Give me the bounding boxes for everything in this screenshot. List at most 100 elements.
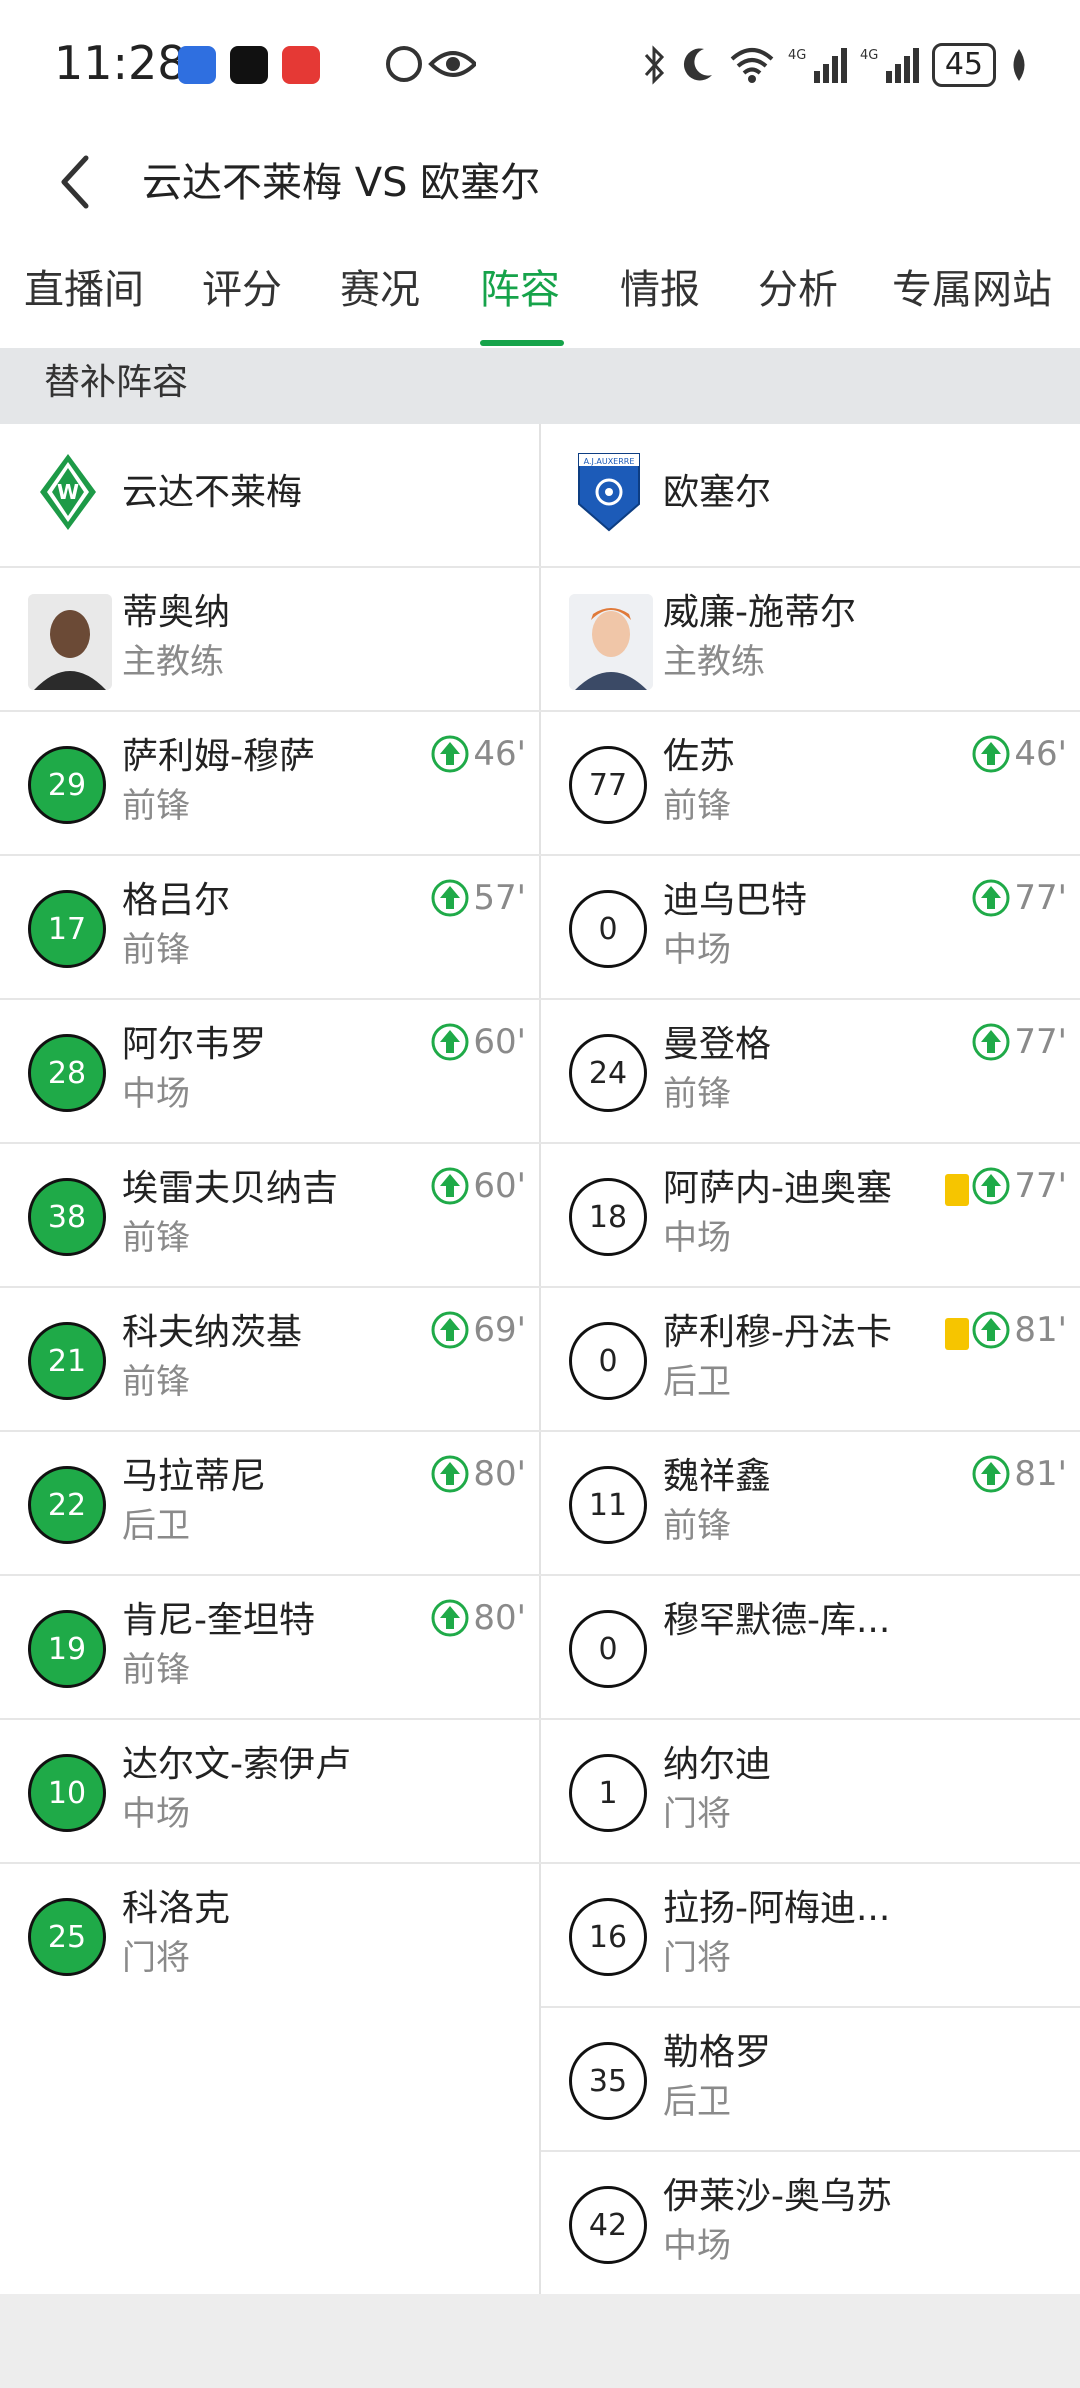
sub-in-arrow-icon [431,1599,469,1637]
away-player-row[interactable]: 1 纳尔迪 门将 [541,1720,1079,1864]
away-coach-avatar [569,594,653,690]
player-name: 科洛克 [122,1888,231,1929]
home-player-row[interactable]: 29 萨利姆-穆萨 前锋 46' [0,712,538,856]
sub-minute: 81' [1014,1454,1067,1494]
sub-in-arrow-icon [431,1023,469,1061]
substitution-in: 46' [431,734,526,774]
player-name: 达尔文-索伊卢 [122,1744,351,1785]
home-coach-name: 蒂奥纳 [122,592,231,633]
sub-in-arrow-icon [431,879,469,917]
back-button[interactable] [40,142,110,222]
player-number: 16 [569,1898,647,1976]
player-position: 中场 [122,1074,190,1114]
player-number: 0 [569,1322,647,1400]
sub-in-arrow-icon [431,735,469,773]
away-player-row[interactable]: 18 阿萨内-迪奥塞 中场 77' [541,1144,1079,1288]
away-team-header[interactable]: A.J.AUXERRE 欧塞尔 [541,424,1079,568]
player-position: 门将 [663,1794,731,1834]
player-number: 10 [28,1754,106,1832]
home-player-row[interactable]: 28 阿尔韦罗 中场 60' [0,1000,538,1144]
away-player-row[interactable]: 16 拉扬-阿梅迪... 门将 [541,1864,1079,2008]
player-name: 格吕尔 [122,880,231,921]
tab-bar: 直播间 评分 赛况 阵容 情报 分析 专属网站 [0,240,1080,348]
back-arrow-icon [61,155,89,209]
player-number: 25 [28,1898,106,1976]
player-position: 前锋 [663,1506,731,1546]
substitution-in: 81' [972,1310,1067,1350]
player-name: 纳尔迪 [663,1744,772,1785]
player-position: 中场 [663,2226,731,2266]
player-number: 11 [569,1466,647,1544]
player-number: 1 [569,1754,647,1832]
tab-match-status[interactable]: 赛况 [340,260,420,320]
sub-in-arrow-icon [972,879,1010,917]
sub-minute: 69' [473,1310,526,1350]
away-player-row[interactable]: 24 曼登格 前锋 77' [541,1000,1079,1144]
tab-lineup[interactable]: 阵容 [480,260,560,320]
home-player-row[interactable]: 38 埃雷夫贝纳吉 前锋 60' [0,1144,538,1288]
tiktok-icon [230,46,268,84]
away-player-row[interactable]: 42 伊莱沙-奥乌苏 中场 [541,2152,1079,2296]
tab-analysis[interactable]: 分析 [758,260,838,320]
werder-bremen-logo: W [40,454,96,530]
yellow-card-icon [945,1174,969,1206]
sub-in-arrow-icon [972,735,1010,773]
player-position: 门将 [122,1938,190,1978]
away-player-row[interactable]: 0 穆罕默德-库... [541,1576,1079,1720]
player-position: 前锋 [122,1650,190,1690]
status-icons: 4G 4G 45 [640,40,1030,90]
home-player-row[interactable]: 21 科夫纳茨基 前锋 69' [0,1288,538,1432]
home-player-row[interactable]: 17 格吕尔 前锋 57' [0,856,538,1000]
tab-intel[interactable]: 情报 [620,260,700,320]
away-coach-role: 主教练 [663,642,765,682]
yellow-card-icon [945,1318,969,1350]
app-icon-blue [178,46,216,84]
home-player-row[interactable]: 22 马拉蒂尼 后卫 80' [0,1432,538,1576]
player-position: 中场 [122,1794,190,1834]
player-name: 肯尼-奎坦特 [122,1600,315,1641]
sub-in-arrow-icon [972,1311,1010,1349]
home-player-row[interactable]: 25 科洛克 门将 [0,1864,538,2008]
player-name: 伊莱沙-奥乌苏 [663,2176,892,2217]
home-team-header[interactable]: W 云达不莱梅 [0,424,538,568]
home-player-row[interactable]: 10 达尔文-索伊卢 中场 [0,1720,538,1864]
player-position: 中场 [663,930,731,970]
tab-exclusive-site[interactable]: 专属网站 [892,260,1052,320]
away-player-row[interactable]: 0 迪乌巴特 中场 77' [541,856,1079,1000]
player-position: 前锋 [122,786,190,826]
sub-minute: 77' [1014,1166,1067,1206]
away-player-row[interactable]: 77 佐苏 前锋 46' [541,712,1079,856]
tab-live-room[interactable]: 直播间 [24,260,144,320]
player-position: 中场 [663,1218,731,1258]
home-player-row[interactable]: 19 肯尼-奎坦特 前锋 80' [0,1576,538,1720]
player-number: 19 [28,1610,106,1688]
page-title: 云达不莱梅 VS 欧塞尔 [142,160,541,206]
substitutes-lineup: W 云达不莱梅 A.J.AUXERRE 欧塞尔 蒂奥纳 主教练 威廉-施蒂尔 主… [0,424,1080,2294]
player-name: 魏祥鑫 [663,1456,772,1497]
player-number: 0 [569,890,647,968]
sub-minute: 60' [473,1022,526,1062]
substitution-in: 80' [431,1598,526,1638]
player-name: 萨利姆-穆萨 [122,736,315,777]
player-number: 77 [569,746,647,824]
substitution-in: 60' [431,1166,526,1206]
tab-ratings[interactable]: 评分 [202,260,282,320]
home-coach-row[interactable]: 蒂奥纳 主教练 [0,568,538,712]
signal-icon-2: 4G [860,48,919,83]
player-number: 38 [28,1178,106,1256]
player-position: 门将 [663,1938,731,1978]
player-number: 21 [28,1322,106,1400]
away-player-row[interactable]: 35 勒格罗 后卫 [541,2008,1079,2152]
substitution-in: 57' [431,878,526,918]
away-player-row[interactable]: 11 魏祥鑫 前锋 81' [541,1432,1079,1576]
battery-icon: 45 [931,43,996,87]
player-name: 埃雷夫贝纳吉 [122,1168,339,1209]
player-name: 科夫纳茨基 [122,1312,303,1353]
away-coach-row[interactable]: 威廉-施蒂尔 主教练 [541,568,1079,712]
away-coach-name: 威廉-施蒂尔 [663,592,856,633]
away-player-row[interactable]: 0 萨利穆-丹法卡 后卫 81' [541,1288,1079,1432]
player-name: 穆罕默德-库... [663,1600,891,1641]
leaf-icon [1013,49,1025,81]
status-time: 11:28 [54,36,187,90]
huawei-icon [282,46,320,84]
